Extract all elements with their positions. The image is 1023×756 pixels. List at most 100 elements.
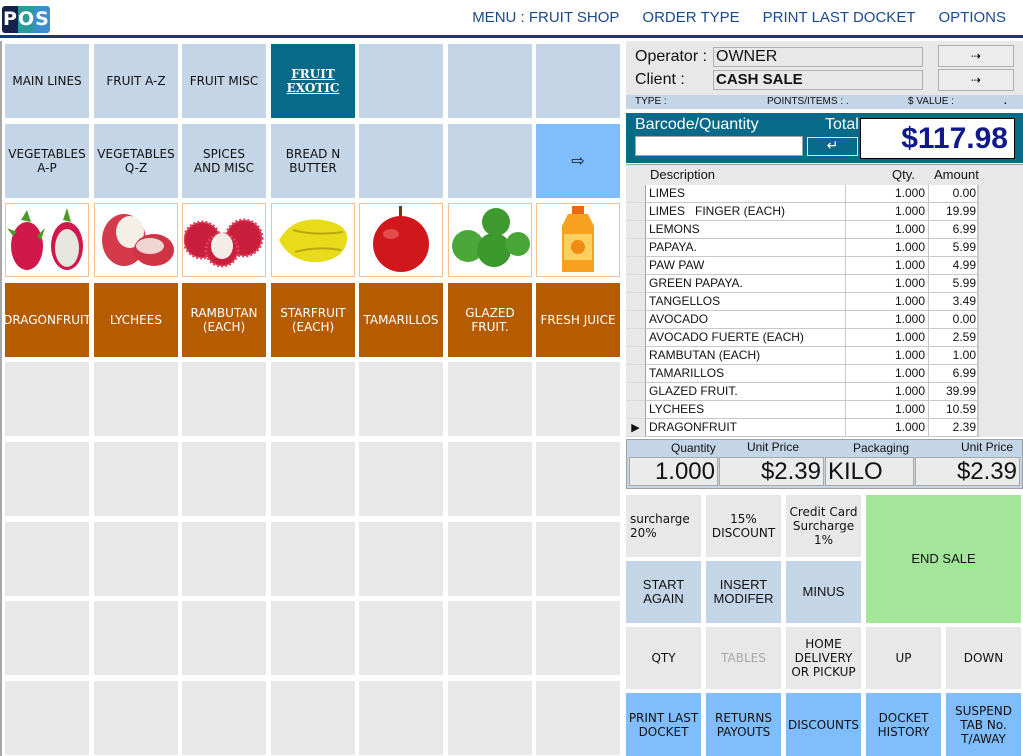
empty-product-slot[interactable]: [94, 601, 178, 675]
empty-product-slot[interactable]: [359, 362, 443, 436]
product-rambutan[interactable]: RAMBUTAN (EACH): [182, 283, 266, 357]
up-button[interactable]: UP: [866, 627, 941, 689]
product-image-tamarillos[interactable]: [359, 203, 443, 277]
discount-15-button[interactable]: 15% DISCOUNT: [706, 495, 781, 557]
product-dragonfruit[interactable]: DRAGONFRUIT: [3, 283, 91, 357]
product-image-fresh-juice[interactable]: [536, 203, 620, 277]
barcode-enter-button[interactable]: ↵: [807, 137, 858, 156]
product-lychees[interactable]: LYCHEES: [94, 283, 178, 357]
product-glazed-fruit[interactable]: GLAZED FRUIT.: [448, 283, 532, 357]
empty-product-slot[interactable]: [94, 522, 178, 596]
category-empty[interactable]: [359, 44, 443, 118]
receipt-row[interactable]: ▶ DRAGONFRUIT 1.000 2.39: [626, 419, 1023, 437]
category-empty[interactable]: [448, 124, 532, 198]
empty-product-slot[interactable]: [5, 601, 89, 675]
nav-options[interactable]: OPTIONS: [938, 9, 1006, 26]
product-image-lychees[interactable]: [94, 203, 178, 277]
empty-product-slot[interactable]: [359, 601, 443, 675]
empty-product-slot[interactable]: [359, 681, 443, 755]
receipt-row[interactable]: LIMES 1.000 0.00: [626, 185, 1023, 203]
empty-product-slot[interactable]: [5, 442, 89, 516]
category-empty[interactable]: [536, 44, 620, 118]
category-fruit-misc[interactable]: FRUIT MISC: [182, 44, 266, 118]
empty-product-slot[interactable]: [536, 522, 620, 596]
start-again-button[interactable]: START AGAIN: [626, 561, 701, 623]
empty-product-slot[interactable]: [448, 522, 532, 596]
nav-menu-fruit-shop[interactable]: MENU : FRUIT SHOP: [472, 9, 619, 26]
empty-product-slot[interactable]: [448, 601, 532, 675]
home-delivery-button[interactable]: HOME DELIVERY OR PICKUP: [786, 627, 861, 689]
row-selector[interactable]: [626, 239, 646, 257]
empty-product-slot[interactable]: [536, 362, 620, 436]
receipt-row[interactable]: GLAZED FRUIT. 1.000 39.99: [626, 383, 1023, 401]
receipt-row[interactable]: TANGELLOS 1.000 3.49: [626, 293, 1023, 311]
product-image-glazed-fruit[interactable]: [448, 203, 532, 277]
qty-button[interactable]: QTY: [626, 627, 701, 689]
row-selector[interactable]: [626, 203, 646, 221]
empty-product-slot[interactable]: [182, 601, 266, 675]
empty-product-slot[interactable]: [448, 362, 532, 436]
row-selector-arrow-icon[interactable]: ▶: [626, 419, 646, 437]
category-vegetables-q-z[interactable]: VEGETABLES Q-Z: [94, 124, 178, 198]
receipt-row[interactable]: AVOCADO FUERTE (EACH) 1.000 2.59: [626, 329, 1023, 347]
product-image-rambutan[interactable]: [182, 203, 266, 277]
empty-product-slot[interactable]: [271, 362, 355, 436]
receipt-row[interactable]: RAMBUTAN (EACH) 1.000 1.00: [626, 347, 1023, 365]
barcode-input[interactable]: [635, 136, 803, 156]
receipt-row[interactable]: AVOCADO 1.000 0.00: [626, 311, 1023, 329]
row-selector[interactable]: [626, 347, 646, 365]
row-selector[interactable]: [626, 257, 646, 275]
category-main-lines[interactable]: MAIN LINES: [5, 44, 89, 118]
empty-product-slot[interactable]: [5, 522, 89, 596]
empty-product-slot[interactable]: [359, 442, 443, 516]
row-selector[interactable]: [626, 383, 646, 401]
category-fruit-a-z[interactable]: FRUIT A-Z: [94, 44, 178, 118]
empty-product-slot[interactable]: [5, 681, 89, 755]
empty-product-slot[interactable]: [5, 362, 89, 436]
nav-print-last-docket[interactable]: PRINT LAST DOCKET: [763, 9, 916, 26]
nav-order-type[interactable]: ORDER TYPE: [642, 9, 739, 26]
down-button[interactable]: DOWN: [946, 627, 1021, 689]
suspend-tab-button[interactable]: SUSPEND TAB No. T/AWAY: [946, 693, 1021, 756]
row-selector[interactable]: [626, 293, 646, 311]
row-selector[interactable]: [626, 185, 646, 203]
empty-product-slot[interactable]: [94, 442, 178, 516]
receipt-row[interactable]: LYCHEES 1.000 10.59: [626, 401, 1023, 419]
receipt-row[interactable]: PAPAYA. 1.000 5.99: [626, 239, 1023, 257]
receipt-row[interactable]: LIMES FINGER (EACH) 1.000 19.99: [626, 203, 1023, 221]
end-sale-button[interactable]: END SALE: [866, 495, 1021, 623]
empty-product-slot[interactable]: [536, 681, 620, 755]
client-select-button[interactable]: ⇢: [938, 69, 1014, 91]
returns-payouts-button[interactable]: RETURNS PAYOUTS: [706, 693, 781, 756]
product-starfruit[interactable]: STARFRUIT (EACH): [271, 283, 355, 357]
row-selector[interactable]: [626, 401, 646, 419]
category-spices-and-misc[interactable]: SPICES AND MISC: [182, 124, 266, 198]
empty-product-slot[interactable]: [271, 601, 355, 675]
category-empty[interactable]: [359, 124, 443, 198]
product-fresh-juice[interactable]: FRESH JUICE: [536, 283, 620, 357]
empty-product-slot[interactable]: [536, 601, 620, 675]
discounts-button[interactable]: DISCOUNTS: [786, 693, 861, 756]
empty-product-slot[interactable]: [448, 442, 532, 516]
tables-button[interactable]: TABLES: [706, 627, 781, 689]
operator-select-button[interactable]: ⇢: [938, 45, 1014, 67]
category-vegetables-a-p[interactable]: VEGETABLES A-P: [5, 124, 89, 198]
empty-product-slot[interactable]: [271, 442, 355, 516]
row-selector[interactable]: [626, 329, 646, 347]
row-selector[interactable]: [626, 311, 646, 329]
category-empty[interactable]: [448, 44, 532, 118]
insert-modifier-button[interactable]: INSERT MODIFER: [706, 561, 781, 623]
surcharge-20-button[interactable]: surcharge 20%: [626, 495, 701, 557]
receipt-row[interactable]: PAW PAW 1.000 4.99: [626, 257, 1023, 275]
empty-product-slot[interactable]: [182, 681, 266, 755]
row-selector[interactable]: [626, 365, 646, 383]
empty-product-slot[interactable]: [359, 522, 443, 596]
product-image-starfruit[interactable]: [271, 203, 355, 277]
empty-product-slot[interactable]: [94, 681, 178, 755]
receipt-row[interactable]: GREEN PAPAYA. 1.000 5.99: [626, 275, 1023, 293]
empty-product-slot[interactable]: [94, 362, 178, 436]
empty-product-slot[interactable]: [182, 442, 266, 516]
print-last-docket-button[interactable]: PRINT LAST DOCKET: [626, 693, 701, 756]
row-selector[interactable]: [626, 275, 646, 293]
next-page-button[interactable]: ⇨: [536, 124, 620, 198]
